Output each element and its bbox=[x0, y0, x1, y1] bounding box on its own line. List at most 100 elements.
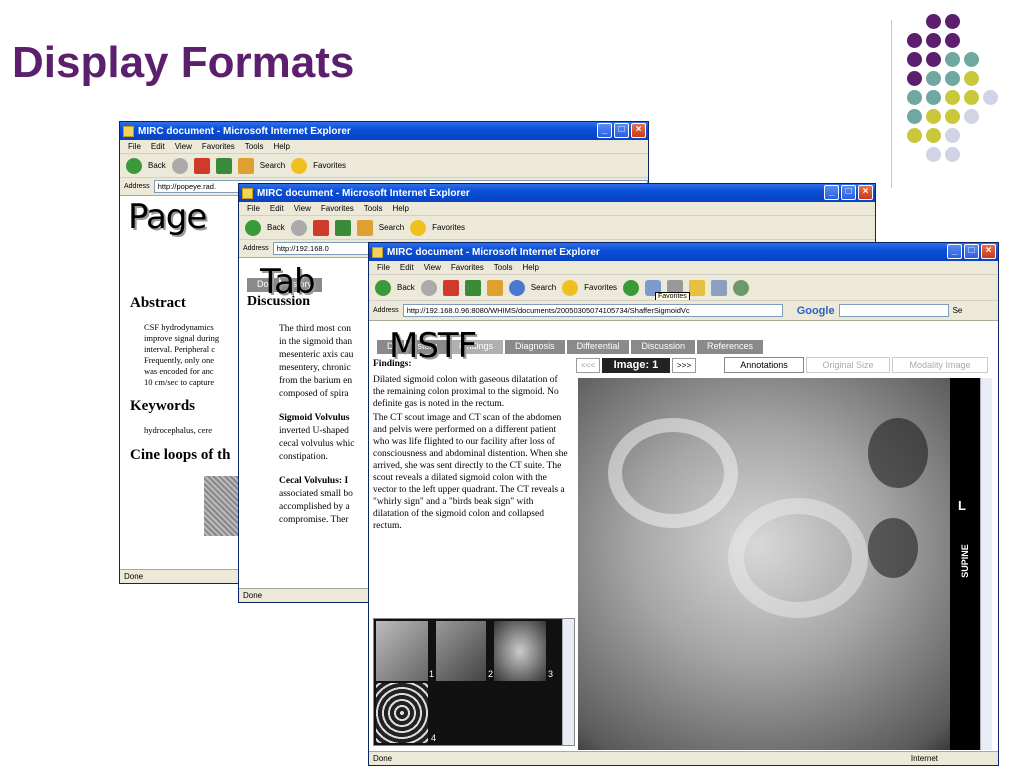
window-titlebar[interactable]: MIRC document - Microsoft Internet Explo… bbox=[239, 184, 875, 202]
thumbnail-1[interactable] bbox=[376, 621, 428, 681]
maximize-button[interactable]: □ bbox=[841, 185, 856, 200]
page-content: D istory Findings Diagnosis Differential… bbox=[369, 340, 998, 751]
google-search-input[interactable] bbox=[838, 304, 949, 317]
refresh-icon[interactable] bbox=[215, 157, 232, 174]
menu-tools[interactable]: Tools bbox=[494, 263, 513, 272]
tab-diagnosis[interactable]: Diagnosis bbox=[505, 340, 565, 354]
menu-help[interactable]: Help bbox=[392, 204, 408, 213]
research-icon[interactable] bbox=[711, 279, 728, 296]
decorative-dot bbox=[907, 109, 922, 124]
thumbnail-scrollbar[interactable] bbox=[562, 619, 574, 745]
decorative-dot bbox=[926, 109, 941, 124]
menu-edit[interactable]: Edit bbox=[270, 204, 284, 213]
forward-arrow-icon[interactable] bbox=[420, 279, 437, 296]
forward-arrow-icon[interactable] bbox=[290, 219, 307, 236]
menu-edit[interactable]: Edit bbox=[400, 263, 414, 272]
menu-help[interactable]: Help bbox=[522, 263, 538, 272]
decorative-dot bbox=[945, 14, 960, 29]
stop-icon[interactable] bbox=[442, 279, 459, 296]
close-button[interactable]: × bbox=[858, 185, 873, 200]
window-titlebar[interactable]: MIRC document - Microsoft Internet Explo… bbox=[120, 122, 648, 140]
home-icon[interactable] bbox=[486, 279, 503, 296]
annotations-button[interactable]: Annotations bbox=[724, 357, 804, 373]
back-arrow-icon[interactable] bbox=[245, 219, 261, 236]
menu-tools[interactable]: Tools bbox=[245, 142, 264, 151]
decorative-dot bbox=[964, 71, 979, 86]
menu-favorites[interactable]: Favorites bbox=[321, 204, 354, 213]
thumbnail-2[interactable] bbox=[436, 621, 486, 681]
menu-view[interactable]: View bbox=[294, 204, 311, 213]
menu-help[interactable]: Help bbox=[273, 142, 289, 151]
favorites-button[interactable]: Favorites bbox=[432, 223, 465, 232]
next-image-button[interactable]: >>> bbox=[672, 358, 696, 373]
back-button[interactable]: Back bbox=[267, 223, 285, 232]
modality-image-button[interactable]: Modality Image bbox=[892, 357, 988, 373]
menu-file[interactable]: File bbox=[377, 263, 390, 272]
status-text: Done bbox=[243, 591, 263, 600]
decorative-dot bbox=[964, 109, 979, 124]
menu-tools[interactable]: Tools bbox=[364, 204, 383, 213]
colon-gas-shape bbox=[868, 518, 918, 578]
menu-file[interactable]: File bbox=[247, 204, 260, 213]
messenger-icon[interactable] bbox=[733, 279, 750, 296]
address-input[interactable]: http://192.168.0.96:8080/WHIMS/documents… bbox=[402, 304, 783, 317]
favorites-star-icon[interactable] bbox=[291, 157, 308, 174]
window-titlebar[interactable]: MIRC document - Microsoft Internet Explo… bbox=[369, 243, 998, 261]
menu-edit[interactable]: Edit bbox=[151, 142, 165, 151]
forward-arrow-icon[interactable] bbox=[171, 157, 188, 174]
google-search-button[interactable]: Se bbox=[953, 306, 963, 315]
home-icon[interactable] bbox=[356, 219, 373, 236]
menu-view[interactable]: View bbox=[424, 263, 441, 272]
close-button[interactable]: × bbox=[981, 244, 996, 259]
maximize-button[interactable]: □ bbox=[964, 244, 979, 259]
previous-image-button[interactable]: <<< bbox=[576, 358, 600, 373]
status-text: Done bbox=[124, 572, 144, 581]
back-arrow-icon[interactable] bbox=[126, 157, 142, 174]
minimize-button[interactable]: _ bbox=[597, 123, 612, 138]
stop-icon[interactable] bbox=[193, 157, 210, 174]
search-button[interactable]: Search bbox=[531, 283, 556, 292]
menu-favorites[interactable]: Favorites bbox=[202, 142, 235, 151]
google-toolbar-logo[interactable]: Google bbox=[797, 305, 835, 317]
xray-image[interactable]: L SUPINE bbox=[578, 378, 980, 750]
folder-icon[interactable] bbox=[689, 279, 706, 296]
favorites-tooltip: Favorites bbox=[655, 292, 690, 300]
tab-references[interactable]: References bbox=[696, 340, 763, 354]
toolbar: Back Search Favorites bbox=[120, 154, 648, 178]
home-icon[interactable] bbox=[237, 157, 254, 174]
refresh-icon[interactable] bbox=[464, 279, 481, 296]
decorative-dot bbox=[926, 90, 941, 105]
thumbnail-4[interactable] bbox=[376, 683, 428, 743]
favorites-button[interactable]: Favorites bbox=[584, 283, 617, 292]
original-size-button[interactable]: Original Size bbox=[806, 357, 890, 373]
thumbnail-number: 2 bbox=[488, 669, 494, 679]
ie-icon bbox=[123, 125, 134, 137]
favorites-star-icon[interactable] bbox=[562, 279, 579, 296]
close-button[interactable]: × bbox=[631, 123, 646, 138]
tab-discussion[interactable]: Discussion bbox=[631, 340, 695, 354]
stop-icon[interactable] bbox=[312, 219, 329, 236]
thumbnail-3[interactable] bbox=[494, 621, 546, 681]
back-button[interactable]: Back bbox=[148, 161, 166, 170]
minimize-button[interactable]: _ bbox=[947, 244, 962, 259]
menu-file[interactable]: File bbox=[128, 142, 141, 151]
minimize-button[interactable]: _ bbox=[824, 185, 839, 200]
viewer-scrollbar[interactable] bbox=[980, 378, 992, 750]
decorative-dot bbox=[945, 109, 960, 124]
maximize-button[interactable]: □ bbox=[614, 123, 629, 138]
menu-view[interactable]: View bbox=[175, 142, 192, 151]
address-label: Address bbox=[243, 245, 269, 252]
decorative-dot bbox=[926, 52, 941, 67]
address-label: Address bbox=[373, 307, 399, 314]
search-button[interactable]: Search bbox=[260, 161, 285, 170]
tab-differential[interactable]: Differential bbox=[566, 340, 630, 354]
search-button[interactable]: Search bbox=[379, 223, 404, 232]
history-icon[interactable] bbox=[623, 279, 640, 296]
favorites-star-icon[interactable] bbox=[410, 219, 427, 236]
menu-favorites[interactable]: Favorites bbox=[451, 263, 484, 272]
back-arrow-icon[interactable] bbox=[375, 279, 391, 296]
refresh-icon[interactable] bbox=[334, 219, 351, 236]
favorites-button[interactable]: Favorites bbox=[313, 161, 346, 170]
search-icon[interactable] bbox=[508, 279, 525, 296]
back-button[interactable]: Back bbox=[397, 283, 415, 292]
